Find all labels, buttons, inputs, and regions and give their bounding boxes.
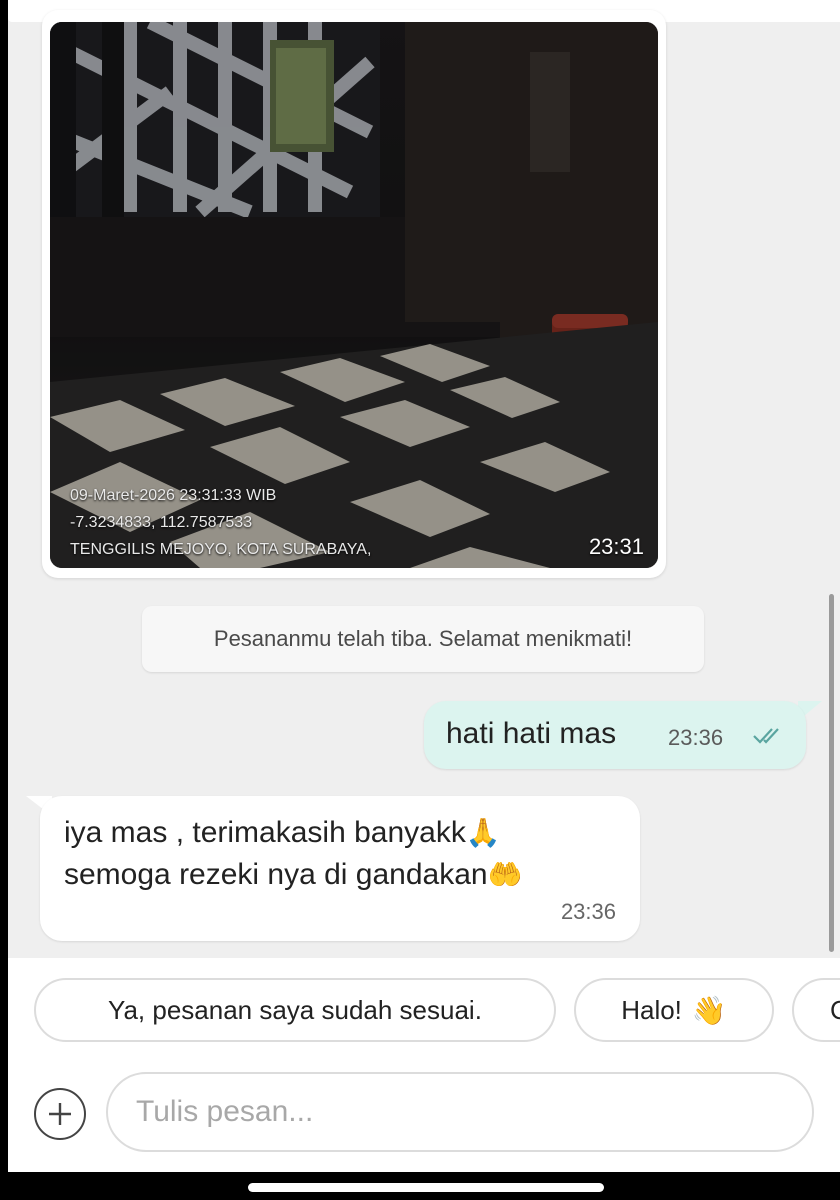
praying-hands-icon: 🙏 <box>465 817 501 848</box>
stamp-coordinates: -7.3234833, 112.7587533 <box>70 514 253 531</box>
quick-reply-order-correct[interactable]: Ya, pesanan saya sudah sesuai. <box>34 978 556 1042</box>
system-message-text: Pesananmu telah tiba. Selamat menikmati! <box>213 626 633 651</box>
outgoing-message-time: 23:36 <box>668 725 724 750</box>
quick-reply-hello[interactable]: Halo! 👋 <box>574 978 774 1042</box>
plus-circle-icon[interactable] <box>34 1088 86 1140</box>
message-input[interactable] <box>106 1072 814 1152</box>
system-message: Pesananmu telah tiba. Selamat menikmati! <box>142 606 704 672</box>
image-message-time: 23:31 <box>588 534 644 559</box>
stamp-date: 09-Maret-2026 23:31:33 WIB <box>70 487 277 504</box>
quick-reply-label: C <box>830 995 840 1026</box>
quick-reply-label: Ya, pesanan saya sudah sesuai. <box>108 994 482 1025</box>
composer-panel: Ya, pesanan saya sudah sesuai. Halo! 👋 C <box>8 958 840 1172</box>
outgoing-message-bubble[interactable]: hati hati mas 23:36 <box>424 701 806 769</box>
incoming-message-text: iya mas , terimakasih banyakk🙏 semoga re… <box>64 812 624 896</box>
chat-scrollbar[interactable] <box>829 594 834 952</box>
incoming-line-2: semoga rezeki nya di gandakan <box>64 858 488 891</box>
stamp-location: TENGGILIS MEJOYO, KOTA SURABAYA, <box>70 541 372 558</box>
double-check-icon <box>752 725 788 750</box>
waving-hand-icon: 👋 <box>691 994 727 1026</box>
quick-reply-partial[interactable]: C <box>792 978 840 1042</box>
incoming-message-time: 23:36 <box>560 899 616 924</box>
incoming-message-bubble[interactable]: iya mas , terimakasih banyakk🙏 semoga re… <box>40 796 640 941</box>
photo-timestamp-overlay: 09-Maret-2026 23:31:33 WIB -7.3234833, 1… <box>70 482 371 563</box>
home-indicator[interactable] <box>248 1183 604 1192</box>
incoming-line-1: iya mas , terimakasih banyakk <box>64 816 466 849</box>
delivery-photo[interactable]: 09-Maret-2026 23:31:33 WIB -7.3234833, 1… <box>50 22 658 568</box>
outgoing-message-text: hati hati mas <box>446 717 617 750</box>
quick-reply-label: Halo! <box>621 994 682 1025</box>
chat-screen: 09-Maret-2026 23:31:33 WIB -7.3234833, 1… <box>8 0 840 1172</box>
palms-up-icon: 🤲 <box>487 859 523 890</box>
